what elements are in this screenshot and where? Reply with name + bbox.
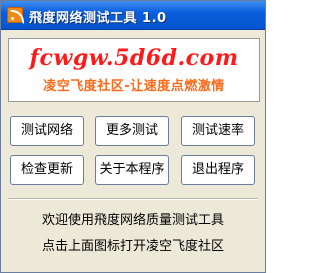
welcome-message: 欢迎使用飛度网络质量测试工具 (41, 213, 224, 228)
divider (8, 198, 258, 200)
community-banner-link[interactable]: fcwgw.5d6d.com 凌空飞度社区-让速度点燃激情 (8, 38, 260, 102)
client-area: fcwgw.5d6d.com 凌空飞度社区-让速度点燃激情 测试网络 更多测试 … (1, 30, 265, 272)
banner-url-text: fcwgw.5d6d.com (29, 45, 239, 71)
test-network-button[interactable]: 测试网络 (10, 116, 84, 146)
about-button[interactable]: 关于本程序 (95, 155, 169, 185)
more-tests-button[interactable]: 更多测试 (95, 116, 169, 146)
app-window: 飛度网络测试工具 1.0 fcwgw.5d6d.com 凌空飞度社区-让速度点燃… (0, 0, 266, 273)
banner-slogan-text: 凌空飞度社区-让速度点燃激情 (43, 79, 225, 94)
rss-feed-icon[interactable] (7, 7, 23, 23)
check-update-button[interactable]: 检查更新 (10, 155, 84, 185)
exit-button[interactable]: 退出程序 (181, 155, 255, 185)
window-title: 飛度网络测试工具 1.0 (29, 11, 167, 26)
test-speed-button[interactable]: 测试速率 (181, 116, 255, 146)
title-bar[interactable]: 飛度网络测试工具 1.0 (1, 1, 265, 30)
hint-message: 点击上面图标打开凌空飞度社区 (41, 239, 224, 254)
